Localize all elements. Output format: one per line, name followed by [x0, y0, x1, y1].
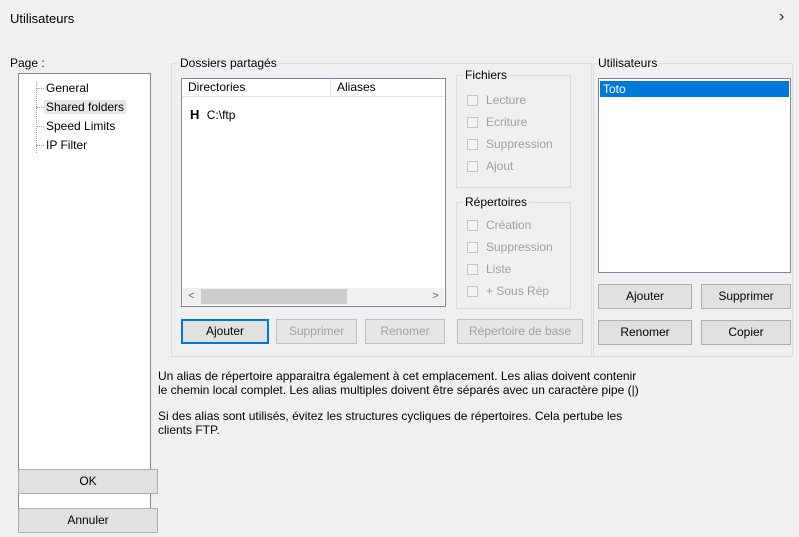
directories-list[interactable]: Directories Aliases H C:\ftp < > [181, 78, 446, 307]
base-directory-button[interactable]: Répertoire de base [457, 319, 583, 344]
checkbox-label: Ajout [486, 159, 514, 173]
checkbox-lecture[interactable]: Lecture [467, 92, 526, 108]
checkbox-label: + Sous Rép [486, 284, 550, 298]
help-text-line: Un alias de répertoire apparaitra égalem… [158, 369, 637, 383]
checkbox-label: Liste [486, 262, 512, 276]
horizontal-scrollbar[interactable]: < > [183, 288, 444, 305]
checkbox-icon [467, 220, 478, 231]
users-group-title: Utilisateurs [596, 56, 660, 70]
checkbox-icon [467, 95, 478, 106]
checkbox-label: Suppression [486, 240, 553, 254]
shared-folders-title: Dossiers partagés [178, 56, 279, 70]
checkbox-sous-rep[interactable]: + Sous Rép [467, 283, 549, 299]
window-title: Utilisateurs [10, 11, 75, 26]
tree-item-shared-folders[interactable]: Shared folders [44, 100, 127, 114]
add-folder-button[interactable]: Ajouter [181, 319, 269, 344]
files-group-title: Fichiers [463, 68, 510, 82]
tree-connector [36, 145, 44, 146]
checkbox-label: Création [486, 218, 532, 232]
checkbox-creation[interactable]: Création [467, 217, 531, 233]
checkbox-suppression[interactable]: Suppression [467, 136, 553, 152]
tree-connector [36, 126, 44, 127]
help-text-line: Si des alias sont utilisés, évitez les s… [158, 409, 623, 423]
column-aliases[interactable]: Aliases [331, 79, 445, 96]
add-user-button[interactable]: Ajouter [598, 284, 692, 309]
checkbox-label: Suppression [486, 137, 553, 151]
help-text-line: le chemin local complet. Les alias multi… [158, 383, 639, 397]
checkbox-ajout[interactable]: Ajout [467, 158, 513, 174]
checkbox-icon [467, 117, 478, 128]
checkbox-label: Lecture [486, 93, 527, 107]
checkbox-icon [467, 286, 478, 297]
tree-connector [36, 107, 44, 108]
tree-item-ip-filter[interactable]: IP Filter [46, 138, 87, 152]
directories-group-title: Répertoires [463, 195, 530, 209]
page-tree[interactable]: General Shared folders Speed Limits IP F… [18, 73, 151, 520]
home-flag: H [190, 107, 200, 122]
rename-user-button[interactable]: Renomer [598, 320, 692, 345]
rename-folder-button[interactable]: Renomer [365, 319, 445, 344]
list-item-selected[interactable]: Toto [600, 81, 789, 97]
close-icon[interactable]: › [779, 9, 784, 25]
checkbox-dir-suppression[interactable]: Suppression [467, 239, 553, 255]
scroll-right-icon[interactable]: > [427, 288, 444, 305]
table-row[interactable]: H C:\ftp [190, 107, 235, 122]
cancel-button[interactable]: Annuler [18, 508, 158, 533]
page-label: Page : [10, 56, 45, 70]
tree-line [36, 82, 37, 153]
ok-button[interactable]: OK [18, 469, 158, 494]
checkbox-icon [467, 161, 478, 172]
tree-connector [36, 88, 44, 89]
checkbox-liste[interactable]: Liste [467, 261, 511, 277]
checkbox-icon [467, 242, 478, 253]
list-header: Directories Aliases [182, 79, 445, 97]
scroll-left-icon[interactable]: < [183, 288, 200, 305]
checkbox-icon [467, 139, 478, 150]
directories-group: Répertoires Création Suppression Liste +… [456, 195, 571, 309]
tree-item-speed-limits[interactable]: Speed Limits [46, 119, 115, 133]
checkbox-label: Ecriture [486, 115, 528, 129]
checkbox-icon [467, 264, 478, 275]
users-list[interactable]: Toto [598, 78, 791, 273]
remove-folder-button[interactable]: Supprimer [276, 319, 357, 344]
scroll-thumb[interactable] [201, 289, 347, 304]
copy-user-button[interactable]: Copier [701, 320, 791, 345]
help-text-line: clients FTP. [158, 423, 220, 437]
files-group: Fichiers Lecture Ecriture Suppression Aj… [456, 68, 571, 188]
column-directories[interactable]: Directories [182, 79, 331, 96]
checkbox-ecriture[interactable]: Ecriture [467, 114, 527, 130]
remove-user-button[interactable]: Supprimer [701, 284, 791, 309]
directory-cell: C:\ftp [206, 108, 236, 122]
tree-item-general[interactable]: General [46, 81, 89, 95]
